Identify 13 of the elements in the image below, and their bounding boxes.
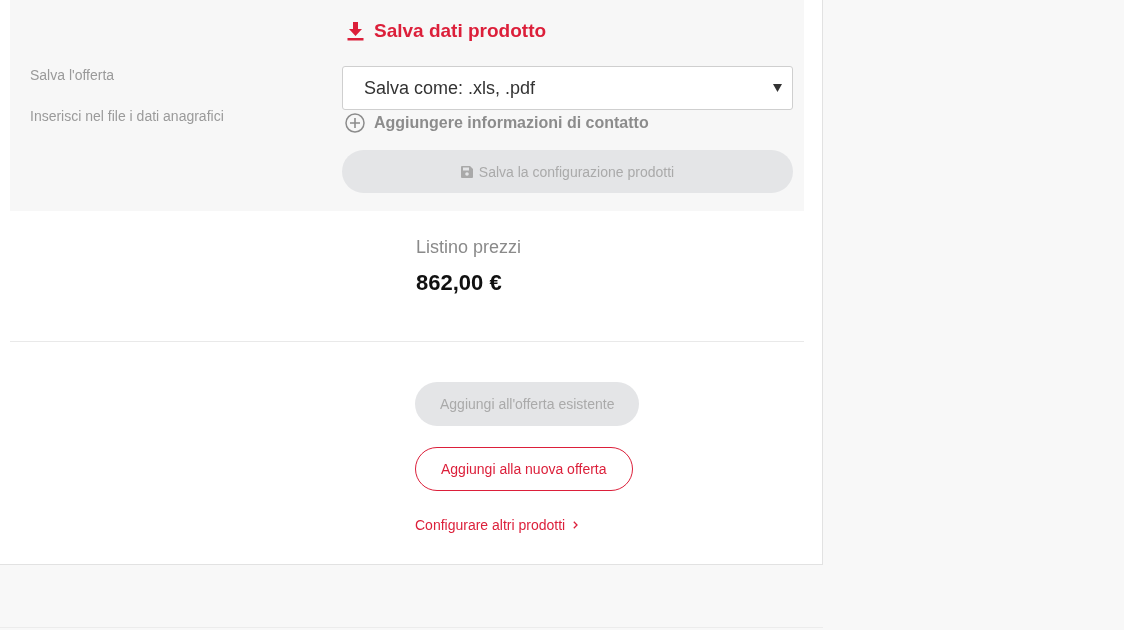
section-title: Salva dati prodotto — [374, 20, 547, 42]
add-to-offer-button[interactable]: Aggiungi alla nuova offerta — [415, 447, 633, 491]
caret-icon — [773, 84, 782, 92]
chevron-right-icon — [573, 521, 579, 529]
add-contact-link[interactable]: Aggiungere informazioni di contatto — [342, 112, 649, 134]
download-icon — [347, 21, 364, 41]
field-label: Inserisci nel file i dati anagrafici — [30, 108, 224, 125]
price-value: 862,00 € — [416, 270, 502, 296]
plus-circle-icon — [345, 113, 365, 133]
format-select[interactable]: Salva come: .xls, .pdf — [342, 66, 793, 110]
configure-more-link[interactable]: Configurare altri prodotti — [415, 517, 579, 533]
field-label: Salva l'offerta — [30, 67, 115, 84]
price-label: Listino prezzi — [416, 237, 522, 257]
